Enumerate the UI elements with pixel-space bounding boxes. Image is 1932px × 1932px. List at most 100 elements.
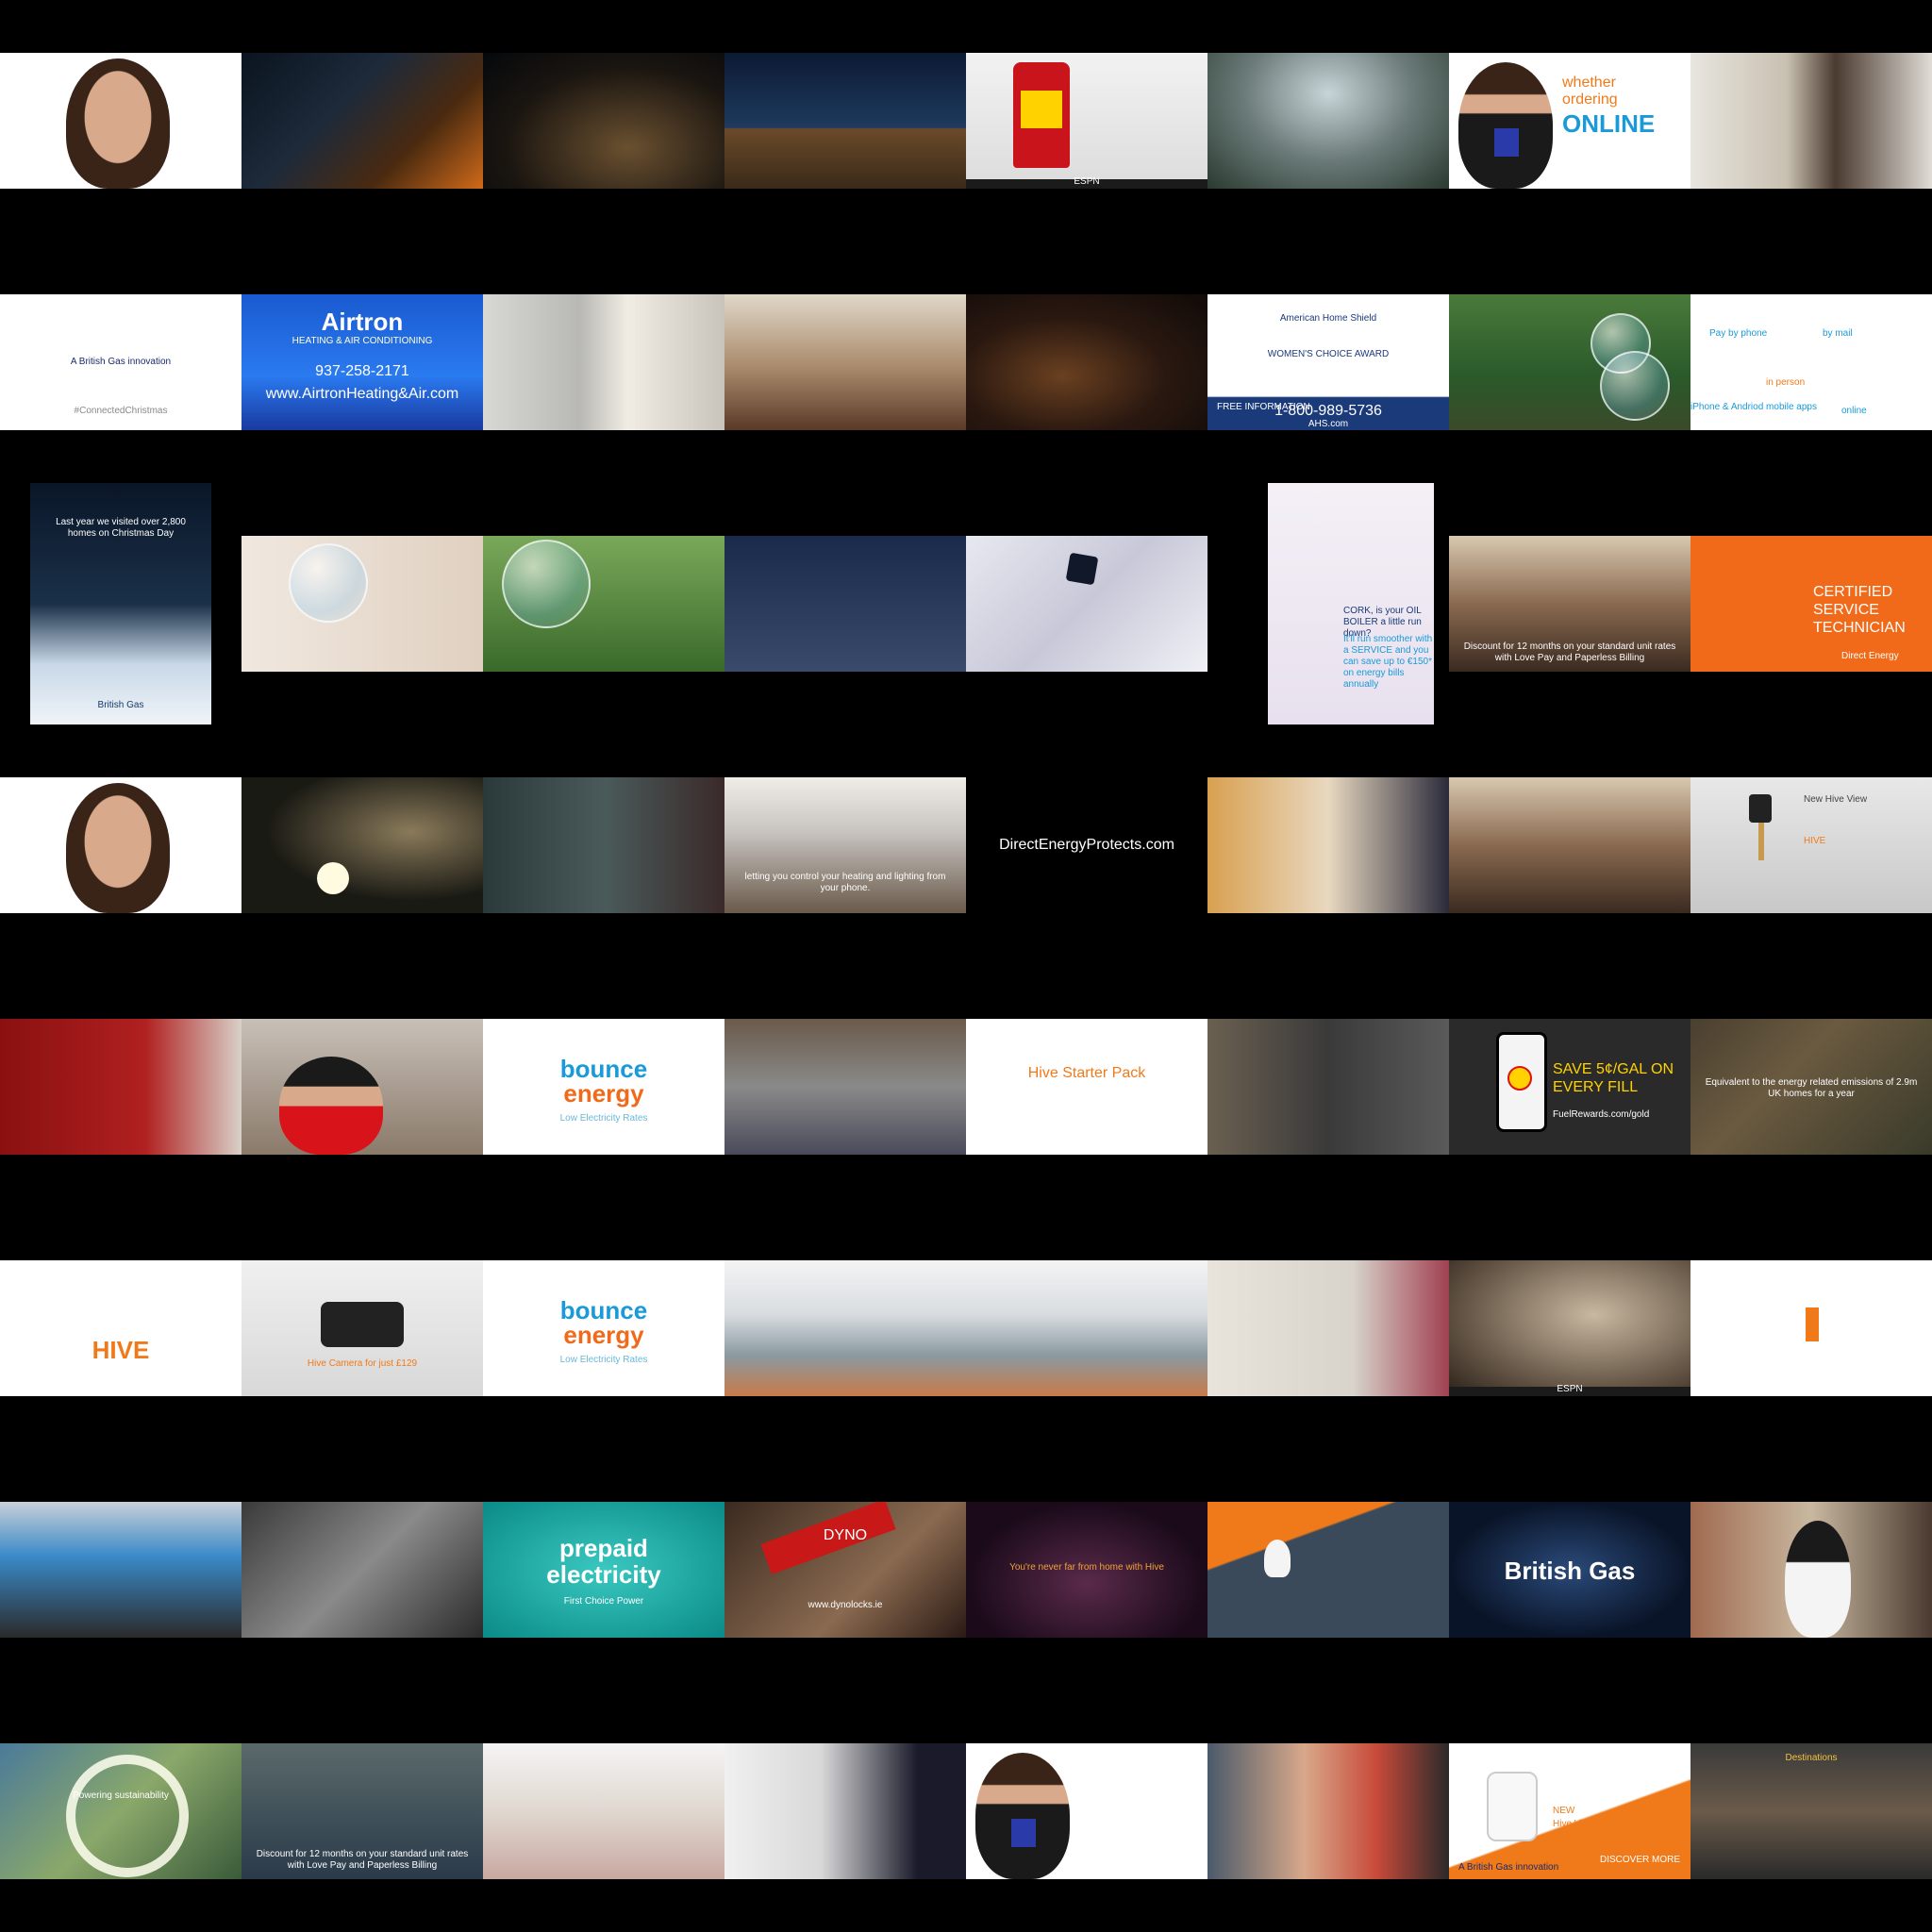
- video-thumbnail[interactable]: [1208, 777, 1449, 913]
- video-thumbnail[interactable]: CORK, is your OIL BOILER a little run do…: [1268, 483, 1434, 724]
- video-thumbnail[interactable]: New Hive View HIVE: [1690, 777, 1932, 913]
- video-thumbnail[interactable]: DirectEnergyProtects.com: [966, 777, 1208, 913]
- thumbnail-caption: energy: [563, 1079, 644, 1108]
- thumbnail-caption: letting you control your heating and lig…: [744, 872, 946, 893]
- video-thumbnail[interactable]: ESPN: [1449, 1260, 1690, 1396]
- video-thumbnail[interactable]: [966, 1743, 1208, 1879]
- thumbnail-caption: It'll run smoother with a SERVICE and yo…: [1343, 634, 1433, 690]
- thumbnail-caption: ordering: [1562, 92, 1618, 108]
- video-thumbnail[interactable]: [242, 1502, 483, 1638]
- video-thumbnail[interactable]: [724, 1019, 966, 1155]
- video-thumbnail[interactable]: [724, 1260, 966, 1396]
- video-thumbnail[interactable]: [0, 1502, 242, 1638]
- video-thumbnail[interactable]: [1208, 53, 1449, 189]
- video-thumbnail[interactable]: [483, 777, 724, 913]
- video-thumbnail[interactable]: Hive Camera for just £129: [242, 1260, 483, 1396]
- thumbnail-caption: iPhone & Andriod mobile apps: [1690, 402, 1817, 412]
- video-thumbnail[interactable]: Powering sustainability: [0, 1743, 242, 1879]
- video-thumbnail[interactable]: HIVE: [0, 1260, 242, 1396]
- thumbnail-caption: in person: [1766, 377, 1806, 388]
- thumbnail-caption: CERTIFIED SERVICE TECHNICIAN: [1813, 584, 1906, 637]
- video-thumbnail[interactable]: [1449, 777, 1690, 913]
- thumbnail-caption: online: [1841, 406, 1867, 416]
- thumbnail-caption: First Choice Power: [563, 1596, 644, 1607]
- thumbnail-caption: ESPN: [1557, 1384, 1583, 1394]
- video-thumbnail[interactable]: Airtron HEATING & AIR CONDITIONING 937-258…: [242, 294, 483, 430]
- video-thumbnail[interactable]: You're never far from home with Hive: [966, 1502, 1208, 1638]
- video-thumbnail[interactable]: [1208, 1019, 1449, 1155]
- thumbnail-caption: Discount for 12 months on your standard …: [1463, 641, 1676, 663]
- video-thumbnail[interactable]: [0, 777, 242, 913]
- video-thumbnail[interactable]: [966, 1260, 1208, 1396]
- video-thumbnail[interactable]: bounce energy Low Electricity Rates: [483, 1260, 724, 1396]
- video-thumbnail[interactable]: SAVE 5¢/GAL ON EVERY FILL FuelRewards.com…: [1449, 1019, 1690, 1155]
- thumbnail-caption: www.dynolocks.ie: [808, 1600, 883, 1610]
- thumbnail-caption: DirectEnergyProtects.com: [999, 837, 1174, 853]
- video-thumbnail[interactable]: [1208, 1260, 1449, 1396]
- thumbnail-caption: New Hive View: [1804, 794, 1868, 805]
- video-thumbnail[interactable]: whether ordering ONLINE: [1449, 53, 1690, 189]
- thumbnail-caption: whether: [1562, 75, 1616, 91]
- video-thumbnail[interactable]: [242, 777, 483, 913]
- video-thumbnail[interactable]: A British Gas innovation #ConnectedChrist…: [0, 294, 242, 430]
- thumbnail-caption: prepaid: [559, 1534, 648, 1562]
- video-thumbnail[interactable]: [483, 294, 724, 430]
- video-thumbnail[interactable]: Pay by phone by mail in person iPhone & And…: [1690, 294, 1932, 430]
- video-thumbnail[interactable]: [0, 1019, 242, 1155]
- video-thumbnail[interactable]: [724, 536, 966, 672]
- video-thumbnail[interactable]: bounce energy Low Electricity Rates: [483, 1019, 724, 1155]
- video-thumbnail[interactable]: [1208, 1502, 1449, 1638]
- thumbnail-caption: NEW: [1553, 1806, 1575, 1816]
- video-thumbnail[interactable]: [242, 53, 483, 189]
- thumbnail-caption: electricity: [546, 1560, 661, 1589]
- video-thumbnail[interactable]: [724, 53, 966, 189]
- video-thumbnail[interactable]: [1690, 53, 1932, 189]
- thumbnail-caption: Last year we visited over 2,800 homes on…: [56, 517, 186, 539]
- thumbnail-caption: A British Gas innovation: [70, 357, 172, 367]
- thumbnail-caption: SAVE 5¢/GAL ON EVERY FILL: [1553, 1061, 1674, 1096]
- video-thumbnail[interactable]: ESPN: [966, 53, 1208, 189]
- thumbnail-caption: British Gas: [1504, 1557, 1636, 1585]
- video-thumbnail[interactable]: [242, 536, 483, 672]
- video-thumbnail[interactable]: American Home Shield WOMEN'S CHOICE AWARD…: [1208, 294, 1449, 430]
- thumbnail-caption: Direct Energy: [1841, 651, 1899, 661]
- thumbnail-caption: 937-258-2171: [315, 363, 409, 379]
- video-thumbnail[interactable]: British Gas: [1449, 1502, 1690, 1638]
- thumbnail-caption: WOMEN'S CHOICE AWARD: [1267, 349, 1390, 359]
- thumbnail-caption: Equivalent to the energy related emissio…: [1705, 1077, 1918, 1099]
- video-thumbnail[interactable]: Discount for 12 months on your standard …: [1449, 536, 1690, 672]
- video-thumbnail[interactable]: DYNO www.dynolocks.ie: [724, 1502, 966, 1638]
- video-thumbnail[interactable]: Hive Starter Pack: [966, 1019, 1208, 1155]
- video-thumbnail[interactable]: [483, 536, 724, 672]
- video-thumbnail[interactable]: [1449, 294, 1690, 430]
- video-thumbnail[interactable]: [724, 294, 966, 430]
- video-thumbnail[interactable]: letting you control your heating and lig…: [724, 777, 966, 913]
- thumbnail-caption: Low Electricity Rates: [559, 1355, 648, 1365]
- thumbnail-caption: Pay by phone: [1709, 328, 1768, 339]
- thumbnail-caption: HIVE: [92, 1336, 150, 1364]
- video-thumbnail[interactable]: Discount for 12 months on your standard …: [242, 1743, 483, 1879]
- video-thumbnail[interactable]: prepaid electricity First Choice Power: [483, 1502, 724, 1638]
- thumbnail-caption: American Home Shield: [1279, 313, 1377, 324]
- video-thumbnail[interactable]: [1208, 1743, 1449, 1879]
- video-thumbnail[interactable]: [724, 1743, 966, 1879]
- thumbnail-caption: FuelRewards.com/gold: [1553, 1109, 1650, 1120]
- video-thumbnail[interactable]: Equivalent to the energy related emissio…: [1690, 1019, 1932, 1155]
- video-thumbnail[interactable]: Last year we visited over 2,800 homes on…: [30, 483, 211, 724]
- video-thumbnail[interactable]: [483, 53, 724, 189]
- video-frame-grid: ESPN whether ordering ONLINE A British Gas i…: [0, 0, 1932, 1932]
- video-thumbnail[interactable]: [966, 536, 1208, 672]
- video-thumbnail[interactable]: CERTIFIED SERVICE TECHNICIAN Direct Energ…: [1690, 536, 1932, 672]
- video-thumbnail[interactable]: Destinations: [1690, 1743, 1932, 1879]
- video-thumbnail[interactable]: NEW Hive View Outdoor Security Camera A Br…: [1449, 1743, 1690, 1879]
- thumbnail-caption: DISCOVER MORE: [1600, 1855, 1681, 1865]
- video-thumbnail[interactable]: [1690, 1502, 1932, 1638]
- video-thumbnail[interactable]: [242, 1019, 483, 1155]
- video-thumbnail[interactable]: [1690, 1260, 1932, 1396]
- thumbnail-caption: Hive Camera for just £129: [307, 1358, 418, 1369]
- thumbnail-caption: by mail: [1823, 328, 1853, 339]
- thumbnail-caption: A British Gas innovation: [1458, 1862, 1559, 1873]
- video-thumbnail[interactable]: [966, 294, 1208, 430]
- video-thumbnail[interactable]: [483, 1743, 724, 1879]
- video-thumbnail[interactable]: [0, 53, 242, 189]
